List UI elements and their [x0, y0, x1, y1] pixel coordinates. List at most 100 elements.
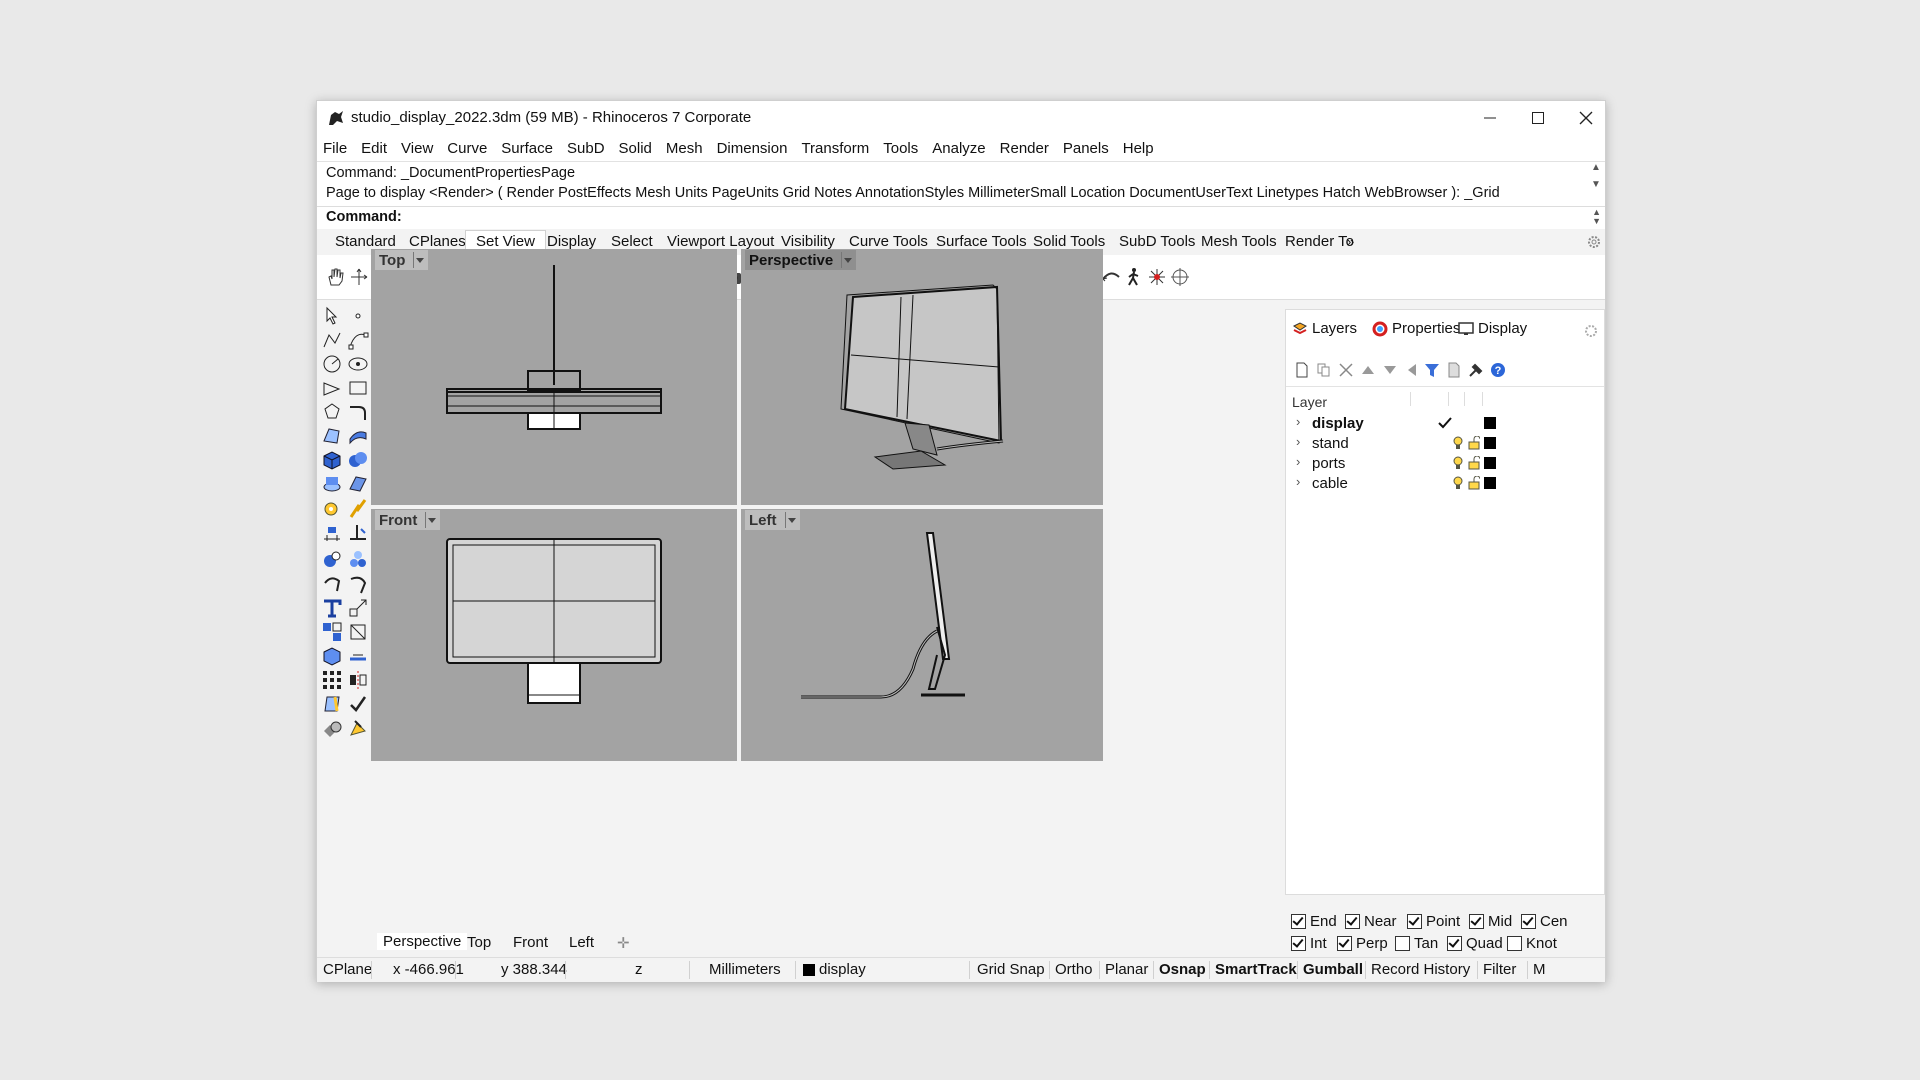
panel-gear-icon[interactable]: [1584, 324, 1598, 338]
chevron-right-icon[interactable]: ›: [1296, 414, 1300, 429]
add-viewport-icon[interactable]: ✛: [617, 934, 630, 952]
status-planar[interactable]: Planar: [1105, 961, 1148, 978]
tab-display[interactable]: Display: [547, 233, 596, 250]
layer-color-swatch[interactable]: [1484, 457, 1496, 469]
status-trail[interactable]: M: [1533, 961, 1546, 978]
scroll-down-icon[interactable]: ▼: [1591, 179, 1601, 190]
viewport-tab-front[interactable]: Front: [513, 934, 548, 951]
tab-viewport-layout[interactable]: Viewport Layout: [667, 233, 774, 250]
command-history-scrollbar[interactable]: ▲ ▼: [1587, 162, 1605, 206]
rectangle-icon[interactable]: [347, 377, 369, 399]
viewport-top[interactable]: Top: [371, 249, 737, 505]
tab-render-tools[interactable]: Render To: [1285, 233, 1354, 250]
menu-curve[interactable]: Curve: [447, 140, 487, 157]
menu-help[interactable]: Help: [1123, 140, 1154, 157]
move-down-icon[interactable]: [1382, 362, 1398, 378]
new-layer-icon[interactable]: [1294, 362, 1310, 378]
menu-mesh[interactable]: Mesh: [666, 140, 703, 157]
tab-mesh-tools[interactable]: Mesh Tools: [1201, 233, 1277, 250]
layer-color-swatch[interactable]: [1484, 437, 1496, 449]
boolean-union-icon[interactable]: [347, 449, 369, 471]
status-gumball[interactable]: Gumball: [1303, 961, 1363, 978]
status-filter[interactable]: Filter: [1483, 961, 1516, 978]
viewport-label-left[interactable]: Left: [745, 510, 800, 530]
close-button[interactable]: [1557, 101, 1615, 135]
walkabout-icon[interactable]: [1124, 267, 1144, 287]
tab-overflow-icon[interactable]: »: [1347, 234, 1354, 249]
osnap-point[interactable]: Point: [1407, 913, 1460, 930]
layer-name[interactable]: ports: [1312, 455, 1345, 472]
dimension-icon[interactable]: [321, 521, 343, 543]
osnap-knot[interactable]: Knot: [1507, 935, 1557, 952]
pan-hand-icon[interactable]: [325, 267, 345, 287]
viewport-perspective[interactable]: Perspective: [741, 249, 1103, 505]
layer-name[interactable]: cable: [1312, 475, 1348, 492]
panel-tab-properties[interactable]: Properties: [1372, 320, 1460, 337]
layer-row[interactable]: › cable: [1286, 472, 1604, 494]
help-icon[interactable]: ?: [1490, 362, 1506, 378]
surface-from-points-icon[interactable]: [321, 425, 343, 447]
explode-icon[interactable]: [347, 549, 369, 571]
chevron-down-icon[interactable]: [784, 512, 796, 528]
menu-dimension[interactable]: Dimension: [717, 140, 788, 157]
status-units[interactable]: Millimeters: [709, 961, 781, 978]
menu-edit[interactable]: Edit: [361, 140, 387, 157]
tab-select[interactable]: Select: [611, 233, 653, 250]
array-icon[interactable]: [321, 669, 343, 691]
viewport-label-front[interactable]: Front: [375, 510, 441, 530]
delete-icon[interactable]: [1338, 362, 1354, 378]
render-icon[interactable]: [347, 717, 369, 739]
curve-icon[interactable]: [347, 329, 369, 351]
checkbox[interactable]: [1507, 936, 1522, 951]
command-input[interactable]: Command: ▲ ▼: [317, 206, 1605, 229]
status-layer-color-swatch[interactable]: [803, 964, 815, 976]
layer-name[interactable]: display: [1312, 415, 1364, 432]
lightbulb-icon[interactable]: [1452, 456, 1464, 470]
polyline-icon[interactable]: [321, 329, 343, 351]
osnap-perp[interactable]: Perp: [1337, 935, 1388, 952]
command-spinner-icon[interactable]: ▲ ▼: [1592, 208, 1601, 226]
chevron-down-icon[interactable]: [841, 252, 853, 268]
status-smarttrack[interactable]: SmartTrack: [1215, 961, 1297, 978]
render-lightning-icon[interactable]: [347, 497, 369, 519]
osnap-near[interactable]: Near: [1345, 913, 1397, 930]
point-icon[interactable]: [347, 305, 369, 327]
menu-tools[interactable]: Tools: [883, 140, 918, 157]
analyze-icon[interactable]: [321, 693, 343, 715]
viewport-tab-top[interactable]: Top: [467, 934, 491, 951]
checkbox[interactable]: [1337, 936, 1352, 951]
menu-surface[interactable]: Surface: [501, 140, 553, 157]
split-icon[interactable]: [321, 549, 343, 571]
chevron-right-icon[interactable]: ›: [1296, 434, 1300, 449]
menu-render[interactable]: Render: [1000, 140, 1049, 157]
gear-mesh-icon[interactable]: [321, 497, 343, 519]
move-up-icon[interactable]: [1360, 362, 1376, 378]
panel-tab-display[interactable]: Display: [1458, 320, 1527, 337]
move-to-parent-icon[interactable]: [1404, 362, 1420, 378]
arc-icon[interactable]: [321, 377, 343, 399]
rotate-icon[interactable]: [321, 573, 343, 595]
tab-solid-tools[interactable]: Solid Tools: [1033, 233, 1105, 250]
osnap-quad[interactable]: Quad: [1447, 935, 1503, 952]
tab-subd-tools[interactable]: SubD Tools: [1119, 233, 1195, 250]
tab-cplanes[interactable]: CPlanes: [409, 233, 466, 250]
viewport-left[interactable]: Left: [741, 509, 1103, 761]
fillet-curve-icon[interactable]: [347, 401, 369, 423]
select-arrow-icon[interactable]: [321, 305, 343, 327]
menu-transform[interactable]: Transform: [801, 140, 869, 157]
osnap-end[interactable]: End: [1291, 913, 1337, 930]
turntable-icon[interactable]: [1147, 267, 1167, 287]
osnap-tan[interactable]: Tan: [1395, 935, 1438, 952]
unlock-icon[interactable]: [1468, 456, 1480, 470]
osnap-mid[interactable]: Mid: [1469, 913, 1512, 930]
layer-color-swatch[interactable]: [1484, 477, 1496, 489]
viewport-label-perspective[interactable]: Perspective: [745, 250, 857, 270]
checkbox[interactable]: [1469, 914, 1484, 929]
status-record-history[interactable]: Record History: [1371, 961, 1470, 978]
chevron-right-icon[interactable]: ›: [1296, 474, 1300, 489]
lightbulb-icon[interactable]: [1452, 476, 1464, 490]
new-sublayer-icon[interactable]: [1316, 362, 1332, 378]
menu-subd[interactable]: SubD: [567, 140, 605, 157]
unlock-icon[interactable]: [1468, 476, 1480, 490]
chevron-down-icon[interactable]: [413, 252, 425, 268]
